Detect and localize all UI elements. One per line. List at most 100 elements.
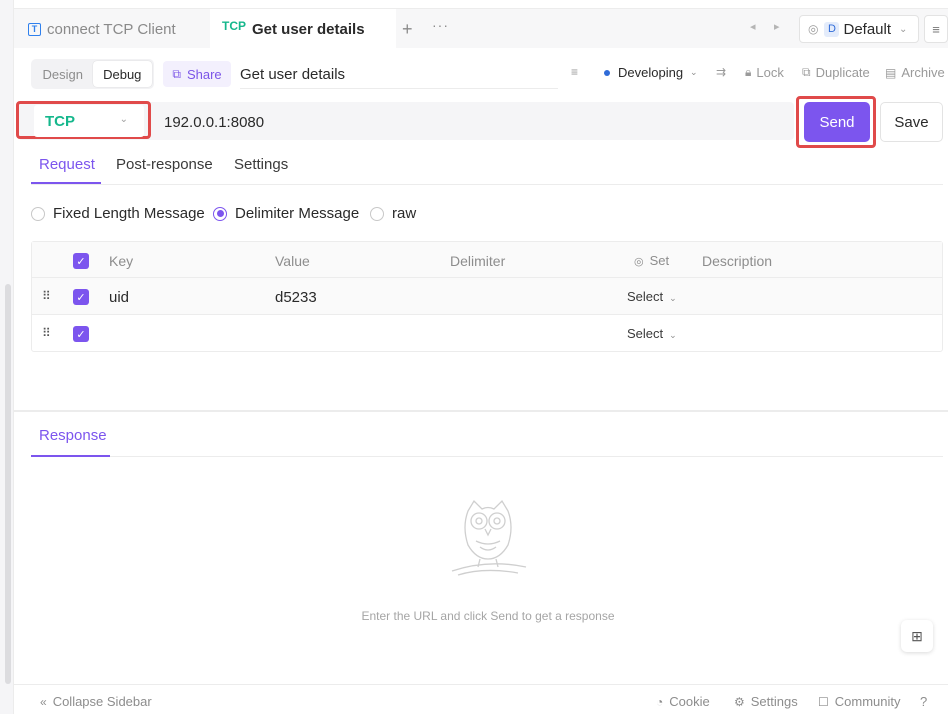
lock-button[interactable]: 🔒︎ Lock (745, 65, 784, 80)
community-button[interactable]: ☐ Community (818, 694, 901, 709)
set-select-label: Select (627, 326, 664, 341)
gear-icon: ⚙ (734, 694, 745, 709)
url-input[interactable] (164, 111, 764, 133)
t-icon: T (28, 22, 41, 36)
cell-value[interactable]: d5233 (275, 289, 317, 306)
scroll-right-icon[interactable]: ▸ (774, 20, 780, 33)
method-label: TCP (45, 112, 75, 130)
active-tab-underline (31, 182, 101, 184)
debug-mode-button[interactable]: Debug (92, 61, 152, 87)
hamburger-menu-icon[interactable]: ≡ (924, 15, 948, 43)
radio-label: Fixed Length Message (53, 205, 205, 222)
double-chevron-left-icon: « (40, 694, 47, 709)
more-tabs-icon[interactable]: ··· (432, 17, 449, 33)
response-tabs: Response (31, 419, 943, 457)
tab-connect-tcp-client[interactable]: T connect TCP Client (28, 9, 176, 49)
collapse-sidebar-button[interactable]: « Collapse Sidebar (40, 694, 152, 709)
collapse-sidebar-label: Collapse Sidebar (52, 694, 152, 709)
status-dot (604, 69, 610, 76)
cell-key[interactable]: uid (109, 289, 129, 306)
archive-label: Archive (901, 65, 945, 80)
active-tab-underline (31, 455, 110, 457)
drag-handle-icon[interactable]: ⠿ (42, 289, 51, 303)
cookie-label: Cookie (669, 694, 710, 709)
tab-bar: T connect TCP Client TCP Get user detail… (14, 8, 948, 49)
align-icon[interactable]: ⇉ (716, 65, 731, 79)
layout-toggle-icon[interactable]: ⊞ (901, 620, 933, 652)
tab-request[interactable]: Request (39, 156, 95, 173)
duplicate-button[interactable]: ⧉ Duplicate (802, 65, 870, 80)
header-value: Value (275, 253, 310, 269)
radio-label: Delimiter Message (235, 205, 360, 222)
chevron-down-icon: ⌄ (899, 23, 908, 35)
tab-settings[interactable]: Settings (234, 156, 288, 173)
params-table: ✓ Key Value Delimiter ◎ Set Description ⠿… (31, 241, 943, 352)
add-tab-icon[interactable]: + (402, 19, 413, 40)
environment-badge: D (824, 21, 840, 37)
radio-label: raw (392, 205, 417, 222)
empty-response-text: Enter the URL and click Send to get a re… (361, 609, 615, 623)
lock-icon: 🔒︎ (745, 65, 752, 79)
settings-button[interactable]: ⚙ Settings (734, 694, 798, 709)
design-mode-button[interactable]: Design (33, 61, 93, 87)
radio-circle (370, 206, 384, 221)
cookie-button[interactable]: ◔ Cookie (656, 694, 710, 709)
table-row: ⠿ ✓ uid d5233 Select ⌄ (32, 278, 942, 315)
lock-label: Lock (756, 65, 784, 80)
duplicate-icon: ⧉ (802, 65, 811, 79)
tab-post-response[interactable]: Post-response (116, 156, 213, 173)
select-all-checkbox[interactable]: ✓ (73, 253, 89, 269)
format-icon[interactable]: ≡ (571, 65, 583, 79)
set-select[interactable]: Select ⌄ (627, 289, 677, 304)
status-label: Developing (618, 65, 684, 80)
header-set-label: Set (649, 253, 670, 268)
tab-get-user-details[interactable]: TCP Get user details (210, 9, 396, 49)
tab-label: connect TCP Client (47, 20, 176, 38)
request-name-input[interactable] (240, 61, 558, 89)
table-row: ⠿ ✓ Select ⌄ (32, 315, 942, 352)
radio-circle (31, 206, 45, 221)
row-checkbox[interactable]: ✓ (73, 289, 89, 305)
radio-circle-selected (213, 206, 227, 221)
header-description: Description (702, 253, 773, 269)
tab-response[interactable]: Response (39, 427, 107, 444)
duplicate-label: Duplicate (815, 65, 870, 80)
chat-icon: ☐ (818, 694, 829, 709)
row-checkbox[interactable]: ✓ (73, 326, 89, 342)
set-select[interactable]: Select ⌄ (627, 326, 677, 341)
scroll-left-icon[interactable]: ◂ (750, 20, 756, 33)
chevron-down-icon: ⌄ (119, 114, 128, 125)
radio-delimiter[interactable]: Delimiter Message (213, 205, 359, 222)
header-set: ◎ Set (634, 253, 669, 268)
drag-handle-icon[interactable]: ⠿ (42, 326, 51, 340)
panel-divider[interactable] (14, 410, 948, 412)
environment-label: Default (843, 20, 892, 38)
share-icon: ⧉ (172, 66, 181, 81)
table-header: ✓ Key Value Delimiter ◎ Set Description (32, 242, 942, 278)
header-key: Key (109, 253, 134, 269)
chevron-down-icon: ⌄ (669, 330, 677, 340)
header-delimiter: Delimiter (450, 253, 506, 269)
community-label: Community (834, 694, 901, 709)
help-icon[interactable]: ? (920, 694, 927, 709)
environment-select[interactable]: ◎ D Default ⌄ (799, 15, 919, 43)
cookie-icon: ◔ (656, 694, 664, 709)
sidebar-scrollbar[interactable] (5, 284, 11, 684)
radio-raw[interactable]: raw (370, 205, 416, 222)
mode-toggle: Design Debug (31, 59, 154, 89)
owl-illustration-icon (451, 499, 527, 576)
save-button[interactable]: Save (880, 102, 943, 142)
chevron-down-icon: ⌄ (669, 293, 677, 303)
settings-label: Settings (750, 694, 798, 709)
tab-label: Get user details (252, 20, 365, 38)
send-button[interactable]: Send (804, 102, 870, 142)
footer: « Collapse Sidebar ◔ Cookie ⚙ Settings ☐… (14, 684, 948, 714)
chevron-down-icon: ⌄ (690, 67, 698, 77)
tcp-tag: TCP (222, 19, 246, 33)
share-button[interactable]: ⧉ Share (163, 61, 231, 87)
environment-gear-icon: ◎ (808, 22, 819, 36)
archive-button[interactable]: ▤ Archive (885, 65, 945, 80)
radio-fixed-length[interactable]: Fixed Length Message (31, 205, 205, 222)
method-select[interactable]: TCP ⌄ (34, 105, 144, 137)
status-select[interactable]: Developing ⌄ (604, 65, 698, 80)
